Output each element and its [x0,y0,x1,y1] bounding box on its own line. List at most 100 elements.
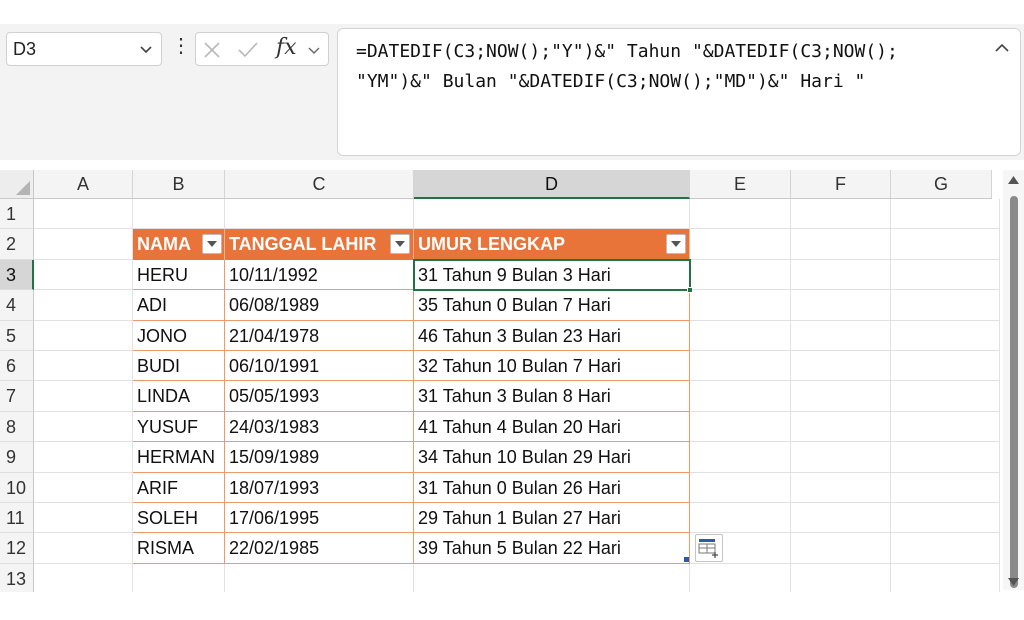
cell-d4[interactable]: 35 Tahun 0 Bulan 7 Hari [414,290,690,321]
cell-b11[interactable]: SOLEH [133,503,225,534]
column-header-c[interactable]: C [225,170,414,199]
cell-f10[interactable] [791,472,891,503]
cell-g3[interactable] [891,259,1000,291]
cell-b5[interactable]: JONO [133,320,225,351]
cell-b10[interactable]: ARIF [133,472,225,503]
name-box[interactable]: D3 [6,32,162,66]
chevron-down-icon[interactable] [139,42,153,56]
cell-c12[interactable]: 22/02/1985 [225,533,414,564]
cell-d10[interactable]: 31 Tahun 0 Bulan 26 Hari [414,472,690,503]
cell-c13[interactable] [225,563,414,592]
column-header-e[interactable]: E [690,170,791,199]
cell-g4[interactable] [891,290,1000,321]
cell-a4[interactable] [34,290,133,321]
check-icon[interactable] [237,41,259,59]
cell-a13[interactable] [34,563,133,592]
row-header-8[interactable]: 8 [0,411,34,443]
cell-e6[interactable] [690,351,791,382]
cell-f8[interactable] [791,411,891,443]
column-header-b[interactable]: B [133,170,225,199]
cell-g6[interactable] [891,351,1000,382]
scrollbar-thumb[interactable] [1010,196,1018,588]
cell-g5[interactable] [891,320,1000,351]
cell-a5[interactable] [34,320,133,351]
cell-a9[interactable] [34,442,133,473]
cell-a10[interactable] [34,472,133,503]
row-header-9[interactable]: 9 [0,442,34,473]
row-header-1[interactable]: 1 [0,199,34,230]
row-header-5[interactable]: 5 [0,320,34,351]
cell-d8[interactable]: 41 Tahun 4 Bulan 20 Hari [414,411,690,443]
fill-handle[interactable] [687,287,693,293]
cell-c7[interactable]: 05/05/1993 [225,381,414,412]
scroll-up-arrow-icon[interactable] [1008,176,1019,184]
table-header-tanggal-lahir[interactable]: TANGGAL LAHIR [225,229,414,260]
column-header-g[interactable]: G [891,170,992,199]
cell-b7[interactable]: LINDA [133,381,225,412]
cell-e7[interactable] [690,381,791,412]
cell-g7[interactable] [891,381,1000,412]
cell-f11[interactable] [791,503,891,534]
cell-d3[interactable]: 31 Tahun 9 Bulan 3 Hari [414,259,690,291]
cell-f13[interactable] [791,563,891,592]
row-header-10[interactable]: 10 [0,472,34,503]
cell-f6[interactable] [791,351,891,382]
table-resize-handle[interactable] [684,557,689,562]
cell-e4[interactable] [690,290,791,321]
cell-e3[interactable] [690,259,791,291]
cell-c6[interactable]: 06/10/1991 [225,351,414,382]
cell-f4[interactable] [791,290,891,321]
cell-e9[interactable] [690,442,791,473]
quick-analysis-icon[interactable] [695,534,723,562]
row-header-4[interactable]: 4 [0,290,34,321]
cell-d1[interactable] [414,199,690,230]
cell-c3[interactable]: 10/11/1992 [225,259,414,291]
column-header-d[interactable]: D [414,170,690,199]
cell-a3[interactable] [34,259,133,291]
cell-g13[interactable] [891,563,1000,592]
select-all-button[interactable] [0,170,34,199]
cell-d5[interactable]: 46 Tahun 3 Bulan 23 Hari [414,320,690,351]
row-header-3[interactable]: 3 [0,259,34,291]
cell-e13[interactable] [690,563,791,592]
cell-e5[interactable] [690,320,791,351]
vertical-scrollbar[interactable] [1003,170,1024,590]
cell-f3[interactable] [791,259,891,291]
cell-f12[interactable] [791,533,891,564]
cell-d13[interactable] [414,563,690,592]
cell-g2[interactable] [891,229,1000,260]
cell-a7[interactable] [34,381,133,412]
cell-f2[interactable] [791,229,891,260]
cell-b9[interactable]: HERMAN [133,442,225,473]
filter-dropdown-icon[interactable] [390,234,410,255]
cell-c10[interactable]: 18/07/1993 [225,472,414,503]
row-header-2[interactable]: 2 [0,229,34,260]
cell-e11[interactable] [690,503,791,534]
scroll-down-arrow-icon[interactable] [1008,578,1019,586]
cell-b4[interactable]: ADI [133,290,225,321]
cell-g10[interactable] [891,472,1000,503]
cell-e1[interactable] [690,199,791,230]
filter-dropdown-icon[interactable] [202,234,222,255]
cell-g8[interactable] [891,411,1000,443]
cell-a11[interactable] [34,503,133,534]
row-header-6[interactable]: 6 [0,351,34,382]
cell-c4[interactable]: 06/08/1989 [225,290,414,321]
formula-text[interactable]: =DATEDIF(C3;NOW();"Y")&" Tahun "&DATEDIF… [356,37,976,97]
cell-g11[interactable] [891,503,1000,534]
cell-g12[interactable] [891,533,1000,564]
formula-input[interactable]: =DATEDIF(C3;NOW();"Y")&" Tahun "&DATEDIF… [337,28,1021,156]
row-header-12[interactable]: 12 [0,533,34,564]
name-box-value[interactable]: D3 [13,39,36,60]
cell-b8[interactable]: YUSUF [133,411,225,443]
cell-c9[interactable]: 15/09/1989 [225,442,414,473]
cell-a8[interactable] [34,411,133,443]
cell-f7[interactable] [791,381,891,412]
cell-a12[interactable] [34,533,133,564]
cell-d6[interactable]: 32 Tahun 10 Bulan 7 Hari [414,351,690,382]
cell-b13[interactable] [133,563,225,592]
cell-d9[interactable]: 34 Tahun 10 Bulan 29 Hari [414,442,690,473]
cell-c1[interactable] [225,199,414,230]
row-header-11[interactable]: 11 [0,503,34,534]
row-header-7[interactable]: 7 [0,381,34,412]
